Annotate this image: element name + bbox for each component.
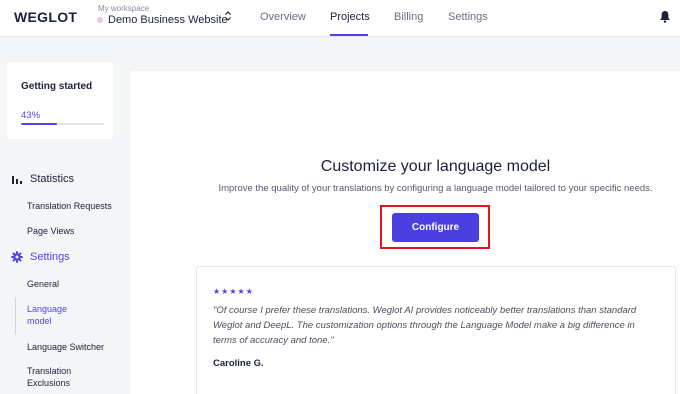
tab-settings[interactable]: Settings (448, 11, 488, 23)
page-title: Customize your language model (320, 158, 551, 175)
sidebar-section-statistics[interactable]: Statistics (11, 173, 74, 185)
tab-projects[interactable]: Projects (330, 11, 370, 23)
active-tab-indicator (330, 34, 368, 36)
language-model-panel: Customize your language model Improve th… (131, 71, 680, 394)
getting-started-title: Getting started (21, 81, 93, 92)
testimonial-card: ★★★★★ "Of course I prefer these translat… (196, 266, 676, 394)
chevron-up-down-icon[interactable] (224, 10, 232, 22)
tab-billing[interactable]: Billing (394, 11, 423, 23)
progress-percentage: 43% (21, 110, 41, 121)
gear-icon (11, 251, 23, 263)
workspace-color-dot (97, 17, 103, 23)
sidebar-section-label: Settings (30, 251, 70, 263)
sidebar-section-label: Statistics (30, 173, 75, 185)
weglot-logo[interactable]: WEGLOT (14, 9, 77, 25)
progress-bar-fill (21, 123, 57, 125)
active-item-rule (15, 298, 16, 334)
sidebar-item-page-views[interactable]: Page Views (27, 225, 74, 237)
testimonial-author: Caroline G. (213, 358, 264, 369)
sidebar-item-language-model[interactable]: Language model (27, 303, 87, 327)
testimonial-quote: "Of course I prefer these translations. … (213, 305, 637, 346)
sidebar-section-settings[interactable]: Settings (11, 251, 70, 263)
bell-icon[interactable] (659, 10, 671, 23)
bar-chart-icon (12, 176, 22, 184)
top-bar: WEGLOT My workspace Demo Business Websit… (0, 0, 680, 37)
tab-overview[interactable]: Overview (260, 11, 306, 23)
configure-button[interactable]: Configure (392, 213, 479, 242)
sidebar-item-general[interactable]: General (27, 278, 59, 290)
workspace-selector[interactable]: Demo Business Website (108, 14, 228, 26)
progress-bar (21, 123, 104, 125)
getting-started-card[interactable]: Getting started 43% (7, 62, 113, 139)
sidebar-item-translation-requests[interactable]: Translation Requests (27, 200, 112, 212)
page-description: Improve the quality of your translations… (218, 183, 653, 194)
rating-stars: ★★★★★ (213, 287, 254, 296)
sidebar-item-translation-exclusions[interactable]: Translation Exclusions (27, 365, 87, 389)
sidebar-item-language-switcher[interactable]: Language Switcher (27, 341, 104, 353)
workspace-caption: My workspace (98, 4, 150, 13)
